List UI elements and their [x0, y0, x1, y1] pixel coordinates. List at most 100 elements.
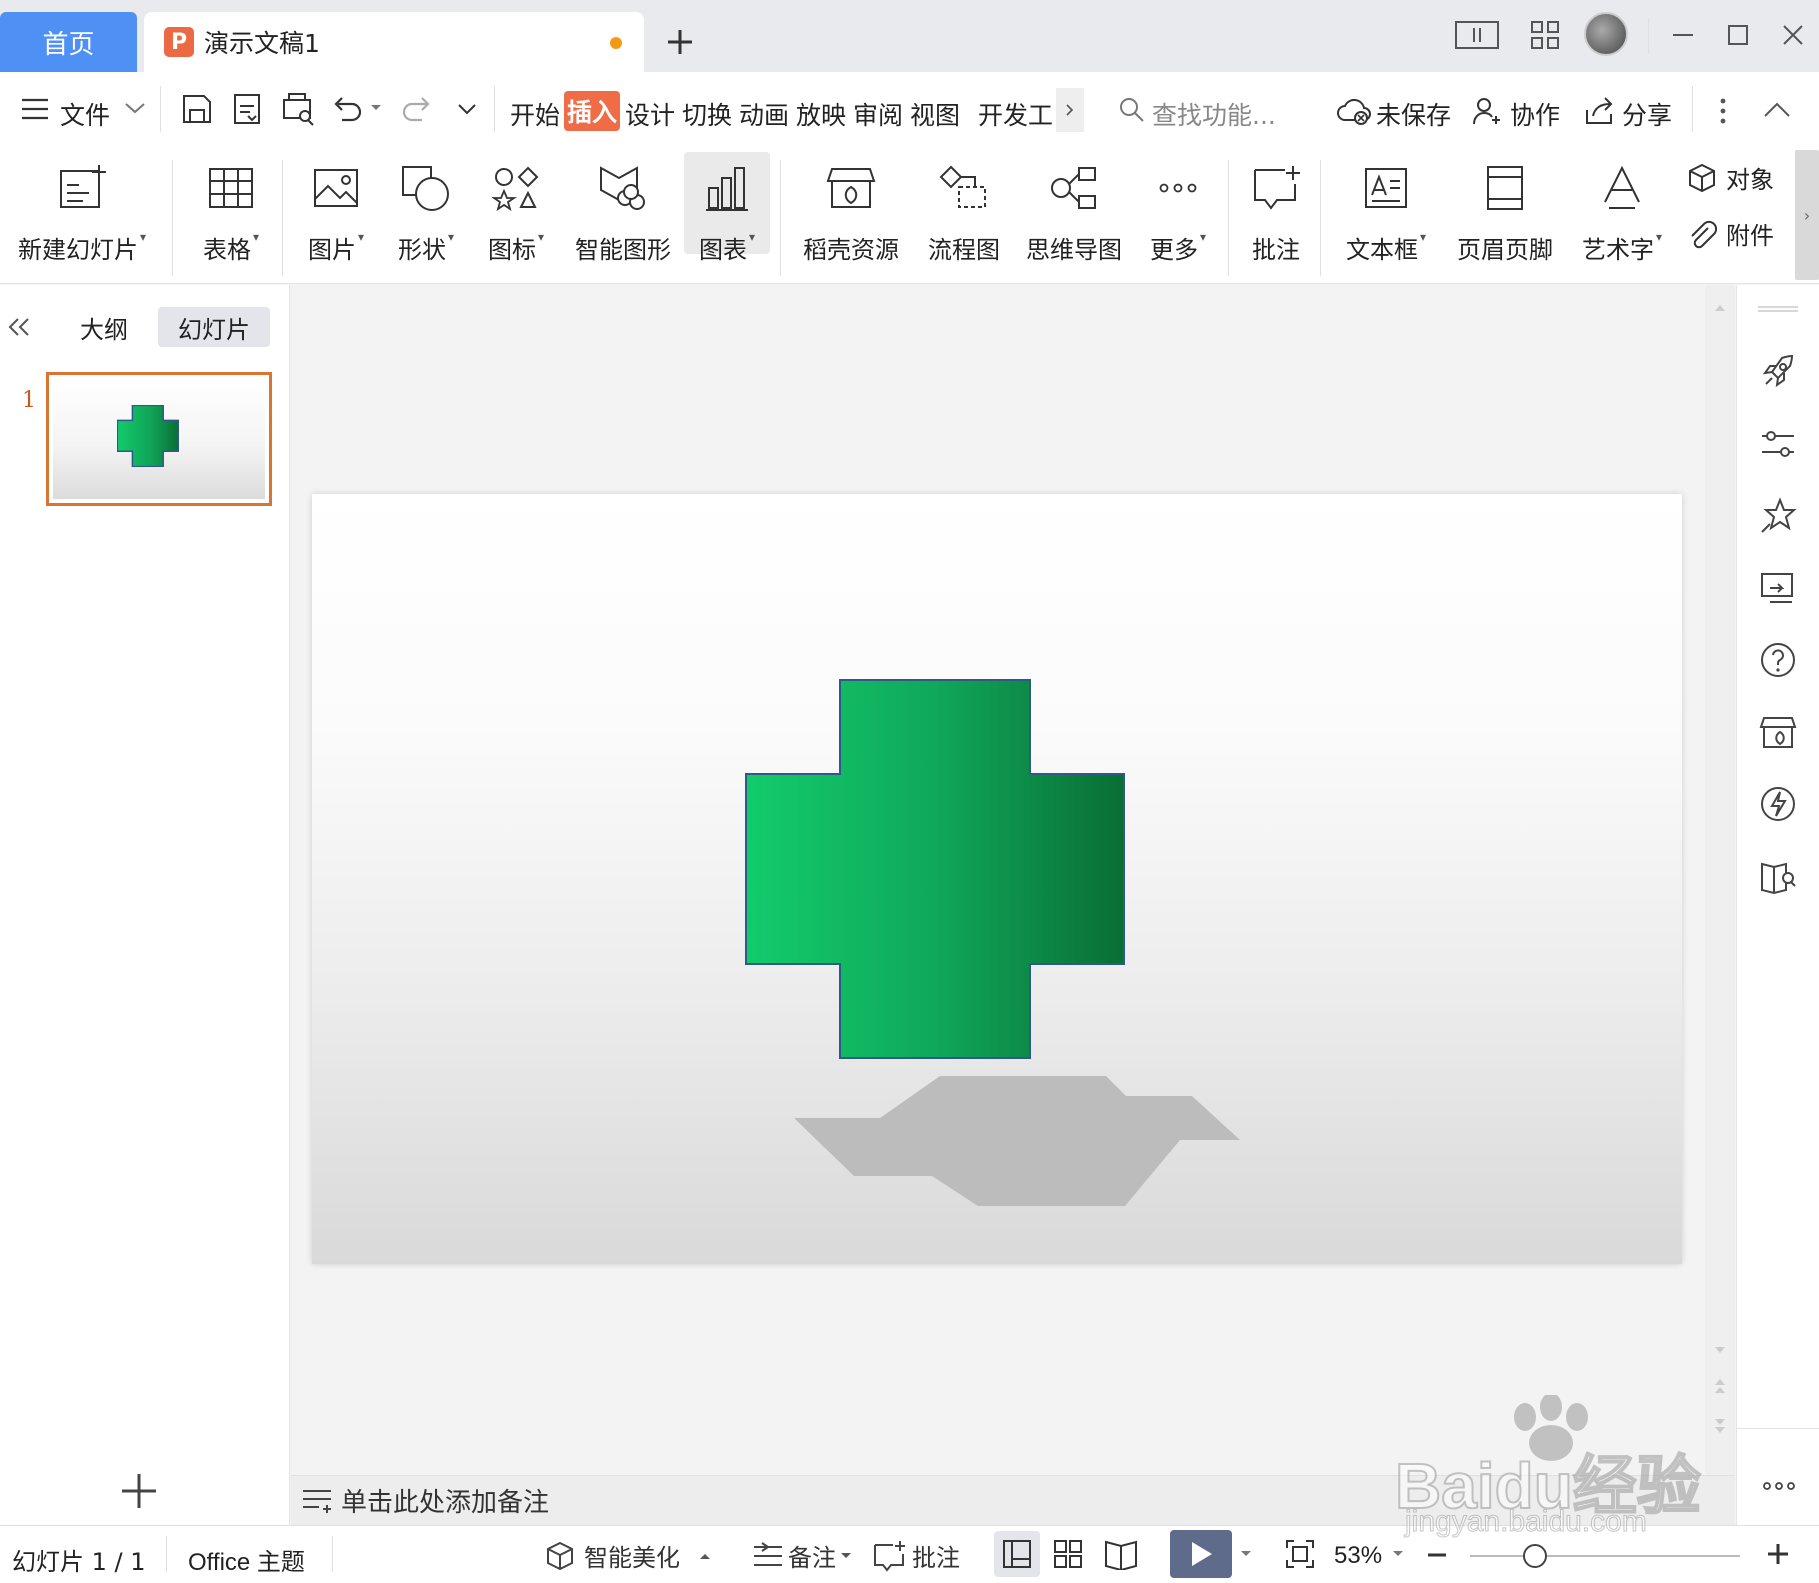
- play-icon: [1192, 1542, 1212, 1566]
- docer-resources-button[interactable]: 稻壳资源: [794, 152, 908, 280]
- theme-name[interactable]: Office 主题: [188, 1542, 305, 1577]
- slide-thumbnail[interactable]: [46, 372, 272, 506]
- fit-to-window-icon[interactable]: [1284, 1538, 1316, 1570]
- zoom-slider-track[interactable]: [1470, 1555, 1740, 1557]
- scrollbar-arrows-icon: [1715, 305, 1725, 1433]
- tab-animations[interactable]: 动画: [739, 96, 789, 132]
- object-button[interactable]: 对象: [1686, 160, 1774, 195]
- play-slideshow-button[interactable]: [1170, 1530, 1232, 1578]
- slide[interactable]: [312, 494, 1682, 1264]
- notes-placeholder: 单击此处添加备注: [341, 1488, 550, 1518]
- smart-art-button[interactable]: 智能图形: [570, 152, 676, 280]
- new-tab-button[interactable]: [660, 22, 700, 62]
- tabs-scroll-right-button[interactable]: [1056, 88, 1084, 132]
- zoom-dropdown-icon[interactable]: [1392, 1550, 1404, 1558]
- collapse-panel-icon[interactable]: [6, 316, 32, 338]
- textbox-button[interactable]: 文本框 ▾: [1334, 152, 1438, 280]
- minimize-button[interactable]: [1660, 14, 1706, 56]
- undo-dropdown-icon[interactable]: [370, 104, 382, 112]
- collapse-ribbon-icon[interactable]: [1762, 98, 1792, 122]
- notes-toggle-button[interactable]: 备注: [752, 1538, 852, 1573]
- vertical-scrollbar[interactable]: [1705, 285, 1735, 1475]
- store-icon[interactable]: [1758, 712, 1798, 752]
- icon-button[interactable]: 图标 ▾: [476, 152, 556, 280]
- zoom-in-button[interactable]: [1766, 1542, 1790, 1566]
- tab-developer[interactable]: 开发工: [978, 96, 1053, 132]
- apps-grid-button[interactable]: [1522, 14, 1568, 56]
- home-tab[interactable]: 首页: [0, 12, 137, 72]
- print-preview-icon[interactable]: [280, 92, 316, 126]
- header-footer-label: 页眉页脚: [1457, 236, 1553, 264]
- slide-sorter-view-button[interactable]: [1052, 1538, 1084, 1570]
- smart-beautify-button[interactable]: 智能美化: [544, 1538, 712, 1573]
- chart-button[interactable]: 图表 ▾: [684, 152, 770, 280]
- user-avatar[interactable]: [1584, 12, 1628, 56]
- picture-button[interactable]: 图片 ▾: [296, 152, 376, 280]
- tab-outline[interactable]: 大纲: [80, 310, 128, 345]
- lightning-icon[interactable]: [1758, 784, 1798, 824]
- cube-icon: [1689, 163, 1715, 192]
- collaborate-button[interactable]: 协作: [1510, 96, 1560, 132]
- more-horizontal-icon[interactable]: [1762, 1480, 1796, 1492]
- rocket-icon[interactable]: [1758, 352, 1798, 392]
- redo-icon[interactable]: [400, 92, 434, 126]
- chevron-down-icon[interactable]: [124, 100, 146, 116]
- normal-view-button[interactable]: [994, 1531, 1040, 1577]
- attachment-button[interactable]: 附件: [1686, 216, 1774, 251]
- more-insert-button[interactable]: 更多 ▾: [1138, 152, 1218, 280]
- table-button[interactable]: 表格 ▾: [186, 152, 276, 280]
- tab-slideshow[interactable]: 放映: [796, 96, 846, 132]
- help-icon[interactable]: [1758, 640, 1798, 680]
- slideshow-dropdown-icon[interactable]: [1240, 1550, 1252, 1558]
- document-tab[interactable]: P 演示文稿1: [144, 12, 644, 72]
- book-search-icon[interactable]: [1758, 856, 1798, 896]
- mindmap-icon: [1051, 167, 1096, 209]
- divider: [172, 160, 173, 276]
- divider: [780, 160, 781, 276]
- comment-button[interactable]: 批注: [1240, 152, 1312, 280]
- cloud-unsaved-icon[interactable]: [1336, 96, 1372, 126]
- save-icon[interactable]: [180, 92, 214, 126]
- export-pdf-icon[interactable]: [230, 92, 264, 126]
- add-slide-button[interactable]: [118, 1470, 160, 1512]
- hamburger-icon[interactable]: [20, 96, 50, 122]
- share-icon[interactable]: [1584, 96, 1616, 126]
- undo-icon[interactable]: [330, 92, 364, 126]
- comment-toggle-button[interactable]: 批注: [872, 1538, 960, 1573]
- tab-home[interactable]: 开始: [510, 96, 560, 132]
- maximize-button[interactable]: [1715, 14, 1761, 56]
- tab-review[interactable]: 审阅: [853, 96, 903, 132]
- transition-icon[interactable]: [1758, 568, 1798, 608]
- share-button[interactable]: 分享: [1622, 96, 1672, 132]
- tab-design[interactable]: 设计: [625, 96, 675, 132]
- zoom-slider-handle[interactable]: [1523, 1544, 1547, 1568]
- file-menu[interactable]: 文件: [60, 96, 110, 132]
- divider: [1736, 1428, 1819, 1429]
- ribbon-scroll-right-button[interactable]: ›: [1795, 150, 1819, 280]
- icon-label: 图标: [487, 236, 536, 264]
- search-icon[interactable]: [1118, 96, 1146, 124]
- search-input[interactable]: 查找功能...: [1152, 96, 1276, 132]
- minus-icon: [1428, 1553, 1446, 1557]
- reading-view-button[interactable]: [1104, 1538, 1138, 1570]
- more-vertical-icon[interactable]: [1716, 96, 1730, 126]
- properties-sliders-icon[interactable]: [1758, 424, 1798, 464]
- zoom-level[interactable]: 53%: [1334, 1542, 1382, 1570]
- shape-button[interactable]: 形状 ▾: [386, 152, 466, 280]
- customize-toolbar-icon[interactable]: [456, 102, 478, 118]
- tab-insert[interactable]: 插入: [564, 91, 620, 131]
- flowchart-button[interactable]: 流程图: [918, 152, 1010, 280]
- tab-transitions[interactable]: 切换: [682, 96, 732, 132]
- header-footer-button[interactable]: 页眉页脚: [1450, 152, 1560, 280]
- new-slide-button[interactable]: 新建幻灯片 ▾: [10, 152, 154, 280]
- unsaved-label[interactable]: 未保存: [1376, 96, 1451, 132]
- close-button[interactable]: [1770, 14, 1816, 56]
- collaborate-icon[interactable]: [1472, 96, 1502, 126]
- tab-slides[interactable]: 幻灯片: [158, 307, 270, 347]
- star-animation-icon[interactable]: [1758, 496, 1798, 536]
- reading-mode-button[interactable]: [1454, 14, 1500, 56]
- wordart-button[interactable]: 艺术字 ▾: [1570, 152, 1674, 280]
- tab-view[interactable]: 视图: [910, 96, 960, 132]
- zoom-out-button[interactable]: [1426, 1544, 1448, 1566]
- mindmap-button[interactable]: 思维导图: [1018, 152, 1130, 280]
